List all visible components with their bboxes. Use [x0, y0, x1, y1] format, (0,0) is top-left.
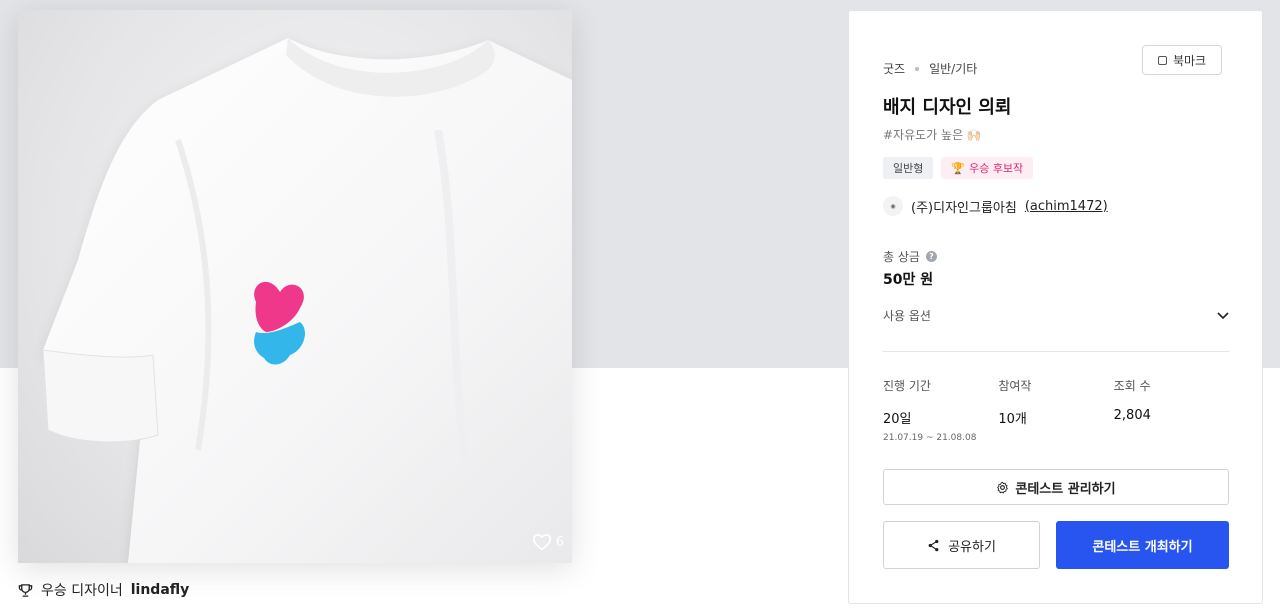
share-button[interactable]: 공유하기	[883, 521, 1040, 569]
type-badge: 일반형	[883, 157, 934, 179]
stat-period-dates: 21.07.19 ~ 21.08.08	[883, 433, 977, 443]
gear-icon	[997, 481, 1009, 493]
contest-stats: 진행 기간 20일 21.07.19 ~ 21.08.08 참여작 10개 조회…	[883, 377, 1229, 443]
candidate-badge: 🏆 우승 후보작	[941, 157, 1034, 179]
candidate-badge-label: 우승 후보작	[969, 162, 1024, 175]
host-info[interactable]: ◉ (주)디자인그룹아침 (achim1472)	[883, 196, 1108, 216]
host-contest-button[interactable]: 콘테스트 개최하기	[1056, 521, 1229, 569]
heart-icon	[532, 534, 551, 551]
bookmark-icon	[1157, 55, 1167, 65]
stat-views-label: 조회 수	[1113, 379, 1151, 393]
breadcrumb-category[interactable]: 굿즈	[883, 60, 905, 77]
stat-views-value: 2,804	[1113, 408, 1151, 423]
breadcrumb-subcategory[interactable]: 일반/기타	[929, 60, 977, 77]
trophy-icon	[18, 583, 33, 597]
trophy-icon: 🏆	[951, 161, 966, 175]
prize-label-text: 총 상금	[883, 250, 920, 264]
options-toggle[interactable]: 사용 옵션	[883, 307, 1229, 324]
product-image[interactable]: 6	[18, 10, 572, 563]
stat-period-label: 진행 기간	[883, 379, 931, 393]
host-name: (주)디자인그룹아침	[911, 200, 1017, 216]
stat-participants-label: 참여작	[998, 379, 1032, 393]
stat-participants: 참여작 10개	[998, 377, 1113, 443]
contest-subtitle: #자유도가 높은 🙌🏻	[883, 128, 982, 142]
chevron-down-icon	[1217, 311, 1229, 319]
prize-value: 50만 원	[883, 272, 934, 288]
winner-designer: 우승 디자이너 lindafly	[18, 580, 189, 600]
stat-period: 진행 기간 20일 21.07.19 ~ 21.08.08	[883, 377, 998, 443]
winner-prefix: 우승 디자이너	[41, 583, 123, 599]
like-count: 6	[555, 534, 564, 550]
contest-info-panel: 북마크 굿즈 일반/기타 배지 디자인 의뢰 #자유도가 높은 🙌🏻 일반형 🏆…	[848, 10, 1263, 604]
prize-label: 총 상금 ?	[883, 248, 937, 265]
bookmark-button[interactable]: 북마크	[1142, 45, 1222, 75]
stat-period-value: 20일	[883, 412, 912, 427]
share-icon	[928, 539, 939, 551]
tshirt-image	[42, 38, 572, 563]
breadcrumb-separator	[915, 66, 920, 71]
contest-title: 배지 디자인 의뢰	[883, 97, 1012, 118]
stat-views: 조회 수 2,804	[1114, 377, 1229, 443]
manage-contest-label: 콘테스트 관리하기	[1015, 481, 1116, 497]
divider	[883, 351, 1229, 352]
breadcrumb: 굿즈 일반/기타	[883, 60, 977, 77]
share-label: 공유하기	[948, 539, 996, 555]
manage-contest-button[interactable]: 콘테스트 관리하기	[883, 469, 1229, 505]
like-button[interactable]: 6	[532, 533, 564, 551]
host-logo: ◉	[883, 196, 903, 216]
contest-badges: 일반형 🏆 우승 후보작	[883, 157, 1034, 179]
winner-name[interactable]: lindafly	[131, 582, 190, 598]
help-icon[interactable]: ?	[925, 251, 937, 262]
host-id-link[interactable]: (achim1472)	[1025, 199, 1108, 214]
stat-participants-value: 10개	[998, 412, 1027, 427]
options-label: 사용 옵션	[883, 309, 931, 323]
bookmark-label: 북마크	[1172, 53, 1207, 68]
